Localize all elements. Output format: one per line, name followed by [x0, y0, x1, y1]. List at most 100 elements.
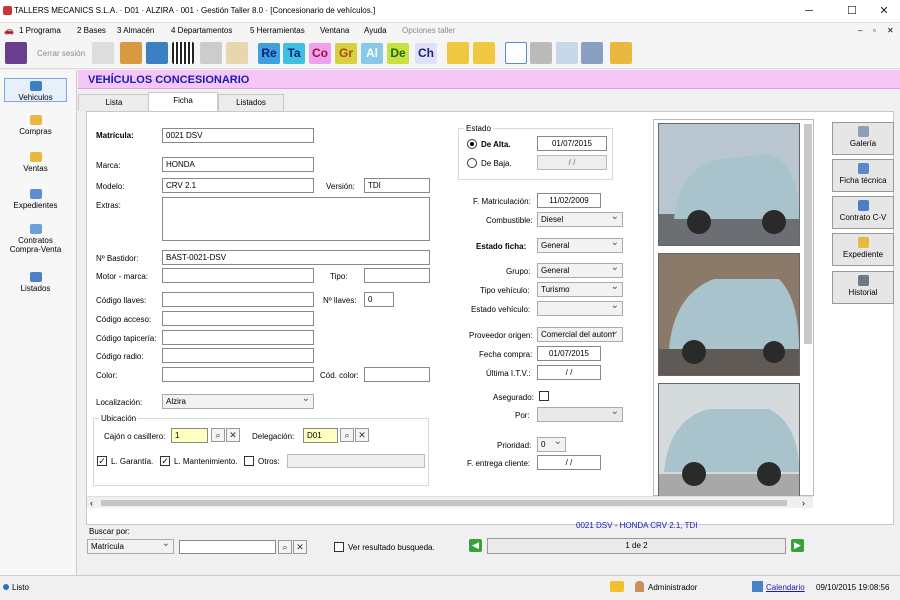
cajon-field[interactable]: 1 — [171, 428, 208, 443]
vehicle-photo-2[interactable] — [658, 253, 800, 376]
exit-icon[interactable] — [5, 42, 27, 64]
co-button[interactable]: Co — [309, 43, 331, 64]
bastidor-field[interactable]: BAST-0021-DSV — [162, 250, 430, 265]
next-record-button[interactable]: ▶ — [791, 539, 804, 552]
key-icon[interactable] — [92, 42, 114, 64]
nllaves-field[interactable]: 0 — [364, 292, 394, 307]
codcolor-field[interactable] — [364, 367, 430, 382]
scroll-thumb[interactable] — [101, 500, 787, 506]
mdi-minimize-button[interactable]: ‒ — [858, 26, 862, 35]
acceso-field[interactable] — [162, 311, 314, 326]
cajon-search-icon[interactable]: ⌕ — [211, 428, 225, 442]
show-result-checkbox[interactable] — [334, 542, 344, 552]
calendar-icon[interactable] — [752, 581, 763, 592]
search-clear-icon[interactable]: ✕ — [293, 540, 307, 554]
clipboard-icon[interactable] — [226, 42, 248, 64]
menu-almacen[interactable]: 3 Almacén — [117, 26, 154, 35]
vehicle-photo-1[interactable] — [658, 123, 800, 246]
search-field-select[interactable]: Matrícula — [87, 539, 174, 554]
menu-ayuda[interactable]: Ayuda — [364, 26, 387, 35]
al-button[interactable]: Al — [361, 43, 383, 64]
color-field[interactable] — [162, 367, 314, 382]
ta-button[interactable]: Ta — [283, 43, 305, 64]
motor-field[interactable] — [162, 268, 314, 283]
re-button[interactable]: Re — [258, 43, 280, 64]
entrega-field[interactable]: / / — [537, 455, 601, 470]
tapiceria-field[interactable] — [162, 330, 314, 345]
proveedor-select[interactable]: Comercial del autom — [537, 327, 623, 342]
ficha-tecnica-button[interactable]: Ficha técnica — [832, 159, 894, 192]
mdi-close-button[interactable]: ✕ — [887, 26, 894, 35]
delegacion-field[interactable]: D01 — [303, 428, 338, 443]
historial-button[interactable]: Historial — [832, 271, 894, 304]
baja-radio[interactable] — [467, 158, 477, 168]
sidebar-item-contratos[interactable]: Contratos Compra-Venta — [4, 224, 67, 254]
folder-g-icon[interactable] — [473, 42, 495, 64]
tipo-vehiculo-select[interactable]: Turismo — [537, 282, 623, 297]
mantenimiento-checkbox[interactable]: ✓ — [160, 456, 170, 466]
sidebar-item-expedientes[interactable]: Expedientes — [4, 189, 67, 210]
tab-lista[interactable]: Lista — [78, 94, 150, 111]
tools-icon[interactable] — [200, 42, 222, 64]
tipo-field[interactable] — [364, 268, 430, 283]
close-button[interactable]: ✕ — [870, 3, 898, 19]
search-input[interactable] — [179, 540, 276, 554]
matricula-field[interactable]: 0021 DSV — [162, 128, 314, 143]
menu-departamentos[interactable]: 4 Departamentos — [171, 26, 232, 35]
users-icon[interactable] — [120, 42, 142, 64]
maximize-button[interactable]: ☐ — [838, 3, 866, 19]
marca-field[interactable]: HONDA — [162, 157, 314, 172]
cajon-clear-icon[interactable]: ✕ — [226, 428, 240, 442]
combustible-select[interactable]: Diesel — [537, 212, 623, 227]
folder-c-icon[interactable] — [447, 42, 469, 64]
galeria-button[interactable]: Galería — [832, 122, 894, 155]
chat-icon[interactable] — [610, 581, 624, 592]
minimize-button[interactable]: ─ — [795, 3, 823, 19]
vehicle-photo-3[interactable] — [658, 383, 800, 506]
menu-programa[interactable]: 1 Programa — [19, 26, 61, 35]
notes-icon[interactable] — [610, 42, 632, 64]
search-icon[interactable]: ⌕ — [278, 540, 292, 554]
filter-icon[interactable] — [556, 42, 578, 64]
gr-button[interactable]: Gr — [335, 43, 357, 64]
new-document-icon[interactable] — [505, 42, 527, 64]
save-icon[interactable] — [530, 42, 552, 64]
horizontal-scrollbar[interactable]: ‹ › — [87, 496, 813, 508]
llaves-field[interactable] — [162, 292, 314, 307]
baja-date-field[interactable]: / / — [537, 155, 607, 170]
fecha-compra-field[interactable]: 01/07/2015 — [537, 346, 601, 361]
version-field[interactable]: TDI — [364, 178, 430, 193]
menu-bases[interactable]: 2 Bases — [77, 26, 106, 35]
estado-ficha-select[interactable]: General — [537, 238, 623, 253]
scroll-left-icon[interactable]: ‹ — [90, 498, 93, 508]
extras-field[interactable] — [162, 197, 430, 241]
ch-button[interactable]: Ch — [415, 43, 437, 64]
garantia-checkbox[interactable]: ✓ — [97, 456, 107, 466]
sidebar-item-ventas[interactable]: Ventas — [4, 152, 67, 173]
estado-vehiculo-select[interactable] — [537, 301, 623, 316]
mdi-restore-button[interactable]: ▫ — [873, 26, 876, 35]
otros-checkbox[interactable] — [244, 456, 254, 466]
asegurado-checkbox[interactable] — [539, 391, 549, 401]
tab-ficha[interactable]: Ficha — [148, 92, 218, 111]
por-select[interactable] — [537, 407, 623, 422]
alta-date-field[interactable]: 01/07/2015 — [537, 136, 607, 151]
menu-ventana[interactable]: Ventana — [320, 26, 349, 35]
otros-field[interactable] — [287, 454, 425, 468]
close-session-button[interactable]: Cerrar sesión — [37, 49, 85, 58]
delegacion-search-icon[interactable]: ⌕ — [340, 428, 354, 442]
car-menu-icon[interactable]: 🚗 — [4, 26, 14, 35]
localizacion-select[interactable]: Alzira — [162, 394, 314, 409]
contrato-cv-button[interactable]: Contrato C-V — [832, 196, 894, 229]
car-icon[interactable] — [146, 42, 168, 64]
alta-radio[interactable] — [467, 139, 477, 149]
sidebar-item-compras[interactable]: Compras — [4, 115, 67, 136]
menu-opciones-taller[interactable]: Opciones taller — [402, 26, 455, 35]
expediente-button[interactable]: Expediente — [832, 233, 894, 266]
radio-code-field[interactable] — [162, 348, 314, 363]
matriculacion-field[interactable]: 11/02/2009 — [537, 193, 601, 208]
printer-icon[interactable] — [581, 42, 603, 64]
grupo-select[interactable]: General — [537, 263, 623, 278]
barcode-icon[interactable] — [172, 42, 194, 64]
calendar-link[interactable]: Calendario — [766, 583, 805, 592]
